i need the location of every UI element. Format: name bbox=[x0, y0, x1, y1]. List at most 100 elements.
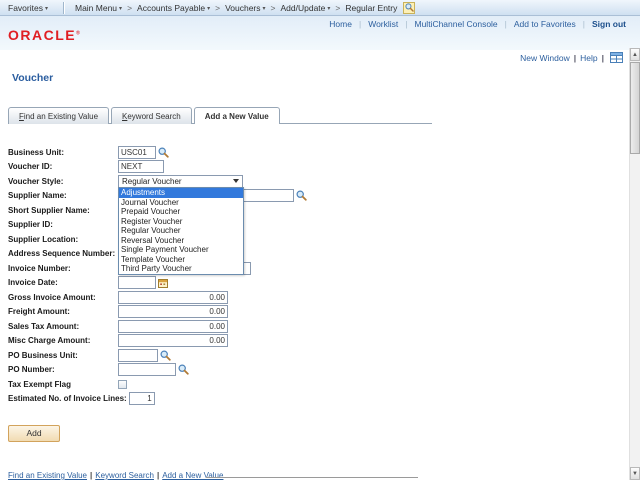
chevron-down-icon: ▾ bbox=[327, 6, 330, 12]
oracle-logo: ORACLE® bbox=[8, 27, 80, 43]
tab-keyword-search[interactable]: Keyword Search bbox=[111, 107, 192, 124]
header-link-sign-out[interactable]: Sign out bbox=[592, 19, 626, 29]
lookup-icon[interactable] bbox=[160, 350, 171, 361]
input-po-business-unit[interactable] bbox=[118, 349, 158, 362]
header-link-worklist[interactable]: Worklist bbox=[368, 19, 398, 29]
form-row-sales-tax-amount: Sales Tax Amount: bbox=[8, 319, 628, 334]
breadcrumb: Favorites▾Main Menu▾>Accounts Payable▾>V… bbox=[0, 0, 640, 16]
voucher-style-dropdown-list: AdjustmentsJournal VoucherPrepaid Vouche… bbox=[118, 187, 244, 275]
scroll-up-arrow-icon[interactable]: ▲ bbox=[630, 48, 640, 61]
form-row-tax-exempt-flag: Tax Exempt Flag bbox=[8, 377, 628, 392]
scrollbar-thumb[interactable] bbox=[630, 62, 640, 154]
field-label-supplier-id: Supplier ID: bbox=[8, 220, 118, 229]
dropdown-option-reversal-voucher[interactable]: Reversal Voucher bbox=[119, 236, 243, 246]
new-window-link[interactable]: New Window bbox=[520, 53, 570, 63]
tax-exempt-checkbox[interactable] bbox=[118, 380, 127, 389]
input-business-unit[interactable] bbox=[118, 146, 156, 159]
input-gross-invoice-amount[interactable] bbox=[118, 291, 228, 304]
personalize-page-icon[interactable] bbox=[610, 52, 623, 63]
field-label-business-unit: Business Unit: bbox=[8, 148, 118, 157]
field-label-address-sequence-number: Address Sequence Number: bbox=[8, 249, 118, 258]
tab-find-an-existing-value[interactable]: Find an Existing Value bbox=[8, 107, 109, 124]
dropdown-option-template-voucher[interactable]: Template Voucher bbox=[119, 255, 243, 265]
field-label-invoice-date: Invoice Date: bbox=[8, 278, 118, 287]
breadcrumb-item-main-menu[interactable]: Main Menu▾ bbox=[72, 3, 125, 13]
form-row-voucher-id: Voucher ID: bbox=[8, 160, 628, 175]
tab-bar: Find an Existing ValueKeyword SearchAdd … bbox=[8, 107, 280, 124]
form-row-short-supplier-name: Short Supplier Name: bbox=[8, 203, 628, 218]
dropdown-option-regular-voucher[interactable]: Regular Voucher bbox=[119, 226, 243, 236]
field-label-voucher-style: Voucher Style: bbox=[8, 177, 118, 186]
dropdown-option-single-payment-voucher[interactable]: Single Payment Voucher bbox=[119, 245, 243, 255]
help-link[interactable]: Help bbox=[580, 53, 597, 63]
field-label-tax-exempt-flag: Tax Exempt Flag bbox=[8, 380, 118, 389]
dropdown-option-third-party-voucher[interactable]: Third Party Voucher bbox=[119, 264, 243, 274]
header-link-add-to-favorites[interactable]: Add to Favorites bbox=[514, 19, 576, 29]
form-row-misc-charge-amount: Misc Charge Amount: bbox=[8, 334, 628, 349]
form-row-invoice-date: Invoice Date: bbox=[8, 276, 628, 291]
lookup-icon[interactable] bbox=[296, 190, 307, 201]
menu-favorites[interactable]: Favorites▾ bbox=[0, 3, 56, 13]
header-link-divider: | bbox=[505, 19, 507, 29]
field-label-po-number: PO Number: bbox=[8, 365, 118, 374]
breadcrumb-item-vouchers[interactable]: Vouchers▾ bbox=[222, 3, 268, 13]
tab-add-a-new-value[interactable]: Add a New Value bbox=[194, 107, 280, 124]
breadcrumb-item-add-update[interactable]: Add/Update▾ bbox=[278, 3, 334, 13]
chevron-down-icon: ▾ bbox=[207, 6, 210, 12]
footer-divider-line bbox=[206, 477, 418, 478]
field-label-invoice-number: Invoice Number: bbox=[8, 264, 118, 273]
input-misc-charge-amount[interactable] bbox=[118, 334, 228, 347]
form-row-address-sequence-number: Address Sequence Number: bbox=[8, 247, 628, 262]
input-sales-tax-amount[interactable] bbox=[118, 320, 228, 333]
breadcrumb-search-icon[interactable] bbox=[403, 2, 415, 14]
dropdown-option-journal-voucher[interactable]: Journal Voucher bbox=[119, 198, 243, 208]
chevron-down-icon: ▾ bbox=[45, 6, 48, 12]
voucher-style-select[interactable]: Regular Voucher bbox=[118, 175, 243, 188]
input-estimated-no-of-invoice-lines[interactable] bbox=[129, 392, 155, 405]
header-link-divider: | bbox=[359, 19, 361, 29]
voucher-form: Business Unit:Voucher ID:Voucher Style:R… bbox=[8, 145, 628, 406]
field-label-supplier-name: Supplier Name: bbox=[8, 191, 118, 200]
dropdown-option-adjustments[interactable]: Adjustments bbox=[119, 188, 243, 198]
form-row-business-unit: Business Unit: bbox=[8, 145, 628, 160]
input-invoice-date[interactable] bbox=[118, 276, 156, 289]
calendar-icon[interactable] bbox=[158, 278, 168, 288]
breadcrumb-separator-icon: > bbox=[269, 3, 278, 13]
footer-links: Find an Existing Value|Keyword Search|Ad… bbox=[8, 471, 223, 480]
header-link-divider: | bbox=[583, 19, 585, 29]
lookup-icon[interactable] bbox=[158, 147, 169, 158]
breadcrumb-item-accounts-payable[interactable]: Accounts Payable▾ bbox=[134, 3, 213, 13]
form-row-voucher-style: Voucher Style:Regular Voucher bbox=[8, 174, 628, 189]
footer-link-divider: | bbox=[157, 471, 159, 480]
breadcrumb-divider bbox=[63, 2, 65, 14]
dropdown-arrow-icon bbox=[233, 179, 239, 183]
field-label-gross-invoice-amount: Gross Invoice Amount: bbox=[8, 293, 118, 302]
footer-link-find-an-existing-value[interactable]: Find an Existing Value bbox=[8, 471, 87, 480]
dropdown-option-register-voucher[interactable]: Register Voucher bbox=[119, 217, 243, 227]
field-label-supplier-location: Supplier Location: bbox=[8, 235, 118, 244]
input-po-number[interactable] bbox=[118, 363, 176, 376]
header-link-home[interactable]: Home bbox=[329, 19, 352, 29]
breadcrumb-item-regular-entry[interactable]: Regular Entry bbox=[342, 3, 400, 13]
add-button[interactable]: Add bbox=[8, 425, 60, 442]
field-label-voucher-id: Voucher ID: bbox=[8, 162, 118, 171]
pagebar-divider: | bbox=[574, 53, 576, 63]
dropdown-option-prepaid-voucher[interactable]: Prepaid Voucher bbox=[119, 207, 243, 217]
footer-link-add-a-new-value[interactable]: Add a New Value bbox=[162, 471, 223, 480]
field-label-short-supplier-name: Short Supplier Name: bbox=[8, 206, 118, 215]
application-window: Favorites▾Main Menu▾>Accounts Payable▾>V… bbox=[0, 0, 640, 480]
lookup-icon[interactable] bbox=[178, 364, 189, 375]
input-freight-amount[interactable] bbox=[118, 305, 228, 318]
header-link-multichannel-console[interactable]: MultiChannel Console bbox=[415, 19, 498, 29]
field-label-misc-charge-amount: Misc Charge Amount: bbox=[8, 336, 118, 345]
scroll-down-arrow-icon[interactable]: ▼ bbox=[630, 467, 640, 480]
chevron-down-icon: ▾ bbox=[119, 6, 122, 12]
header-link-divider: | bbox=[405, 19, 407, 29]
field-label-freight-amount: Freight Amount: bbox=[8, 307, 118, 316]
footer-link-keyword-search[interactable]: Keyword Search bbox=[95, 471, 154, 480]
input-voucher-id[interactable] bbox=[118, 160, 164, 173]
breadcrumb-separator-icon: > bbox=[213, 3, 222, 13]
form-row-gross-invoice-amount: Gross Invoice Amount: bbox=[8, 290, 628, 305]
form-row-po-business-unit: PO Business Unit: bbox=[8, 348, 628, 363]
page-title: Voucher bbox=[12, 72, 53, 84]
